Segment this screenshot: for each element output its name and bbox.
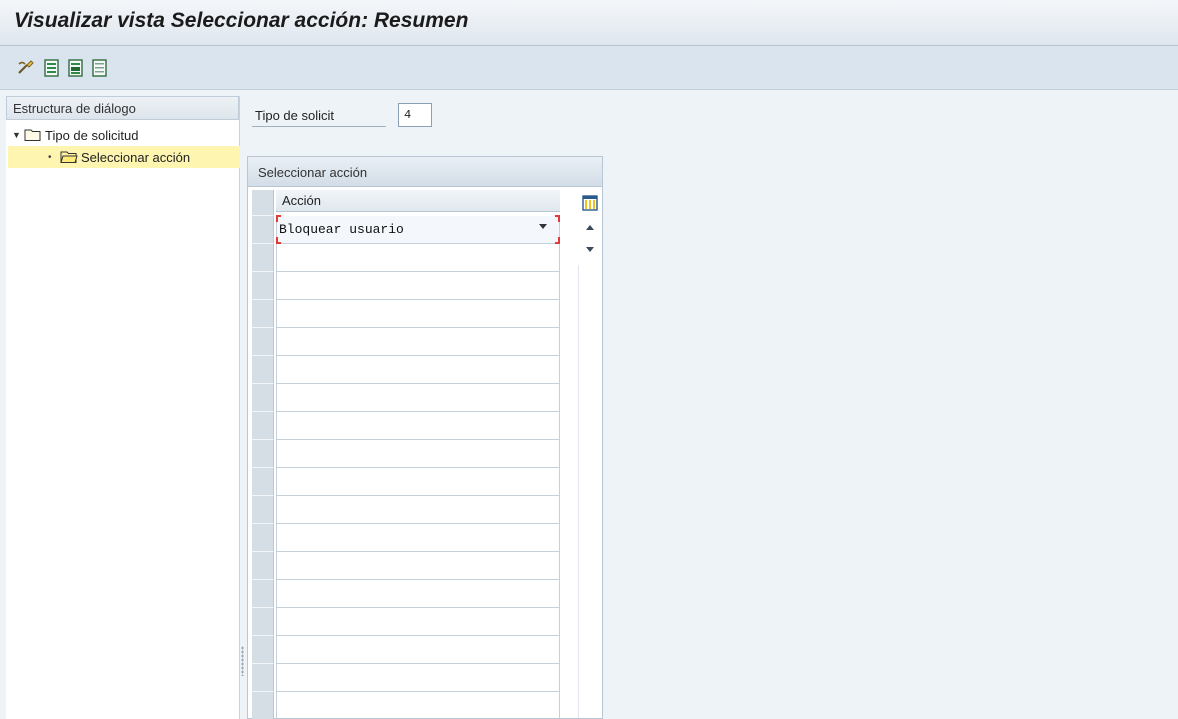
row-selector[interactable] — [252, 300, 274, 328]
table-row[interactable] — [276, 692, 560, 719]
table-row[interactable] — [276, 440, 560, 468]
accion-dropdown-value[interactable]: Bloquear usuario — [279, 222, 404, 237]
required-marker-icon — [276, 237, 281, 244]
table-row[interactable] — [276, 244, 560, 272]
table-row[interactable] — [276, 524, 560, 552]
vertical-scrollbar[interactable] — [578, 217, 600, 718]
dialog-structure-panel: Estructura de diálogo ▼ Tipo de solicitu… — [6, 96, 240, 719]
table-row[interactable] — [276, 356, 560, 384]
table-row[interactable] — [276, 552, 560, 580]
tree-node-label: Tipo de solicitud — [45, 127, 139, 143]
folder-icon — [24, 129, 41, 141]
row-selector[interactable] — [252, 468, 274, 496]
table-row[interactable] — [276, 580, 560, 608]
required-marker-icon — [276, 215, 281, 222]
table-title: Seleccionar acción — [248, 157, 602, 187]
row-selector[interactable] — [252, 412, 274, 440]
dropdown-arrow-icon[interactable] — [539, 224, 547, 229]
table-settings-icon[interactable] — [582, 195, 598, 211]
field-label-underline — [252, 126, 386, 127]
required-marker-icon — [555, 215, 560, 222]
row-selector[interactable] — [252, 356, 274, 384]
tipo-de-solicitud-field[interactable]: 4 — [398, 103, 432, 127]
folder-open-icon — [60, 151, 78, 163]
table-row[interactable] — [276, 300, 560, 328]
table-row[interactable] — [276, 384, 560, 412]
row-selector-column — [252, 190, 274, 719]
table-row[interactable] — [276, 272, 560, 300]
tipo-de-solicitud-label: Tipo de solicit — [255, 108, 334, 123]
row-selector[interactable] — [252, 524, 274, 552]
table-rows: Bloquear usuario — [276, 215, 560, 719]
row-selector[interactable] — [252, 552, 274, 580]
table-row[interactable] — [276, 608, 560, 636]
expand-arrow-icon[interactable]: ▼ — [12, 130, 24, 140]
tree-node-label: Seleccionar acción — [81, 149, 191, 165]
tree-node-seleccionar-accion[interactable]: • Seleccionar acción — [8, 146, 240, 168]
splitter-grip-icon[interactable] — [241, 646, 244, 676]
row-selector[interactable] — [252, 692, 274, 719]
panel-splitter[interactable] — [240, 96, 245, 719]
dialog-structure-header: Estructura de diálogo — [6, 96, 239, 120]
table-row[interactable] — [276, 468, 560, 496]
select-block-icon[interactable] — [66, 58, 86, 78]
tree-node-tipo-de-solicitud[interactable]: ▼ Tipo de solicitud — [12, 124, 138, 146]
scroll-track[interactable] — [578, 265, 600, 718]
select-all-cell[interactable] — [252, 190, 274, 216]
table-row[interactable] — [276, 412, 560, 440]
row-selector[interactable] — [252, 244, 274, 272]
row-selector[interactable] — [252, 272, 274, 300]
row-selector[interactable] — [252, 384, 274, 412]
deselect-all-icon[interactable] — [90, 58, 110, 78]
row-selector[interactable] — [252, 664, 274, 692]
row-selector[interactable] — [252, 636, 274, 664]
row-selector[interactable] — [252, 216, 274, 244]
scroll-down-icon[interactable] — [586, 247, 594, 252]
row-selector[interactable] — [252, 608, 274, 636]
page-title: Visualizar vista Seleccionar acción: Res… — [14, 9, 469, 32]
select-all-icon[interactable] — [42, 58, 62, 78]
table-row[interactable]: Bloquear usuario — [276, 215, 560, 244]
table-row[interactable] — [276, 636, 560, 664]
application-toolbar — [0, 46, 1178, 90]
row-selector[interactable] — [252, 440, 274, 468]
title-bar: Visualizar vista Seleccionar acción: Res… — [0, 0, 1178, 46]
row-selector[interactable] — [252, 496, 274, 524]
row-selector[interactable] — [252, 580, 274, 608]
table-control: Seleccionar acción Acción Bloquear usuar… — [247, 156, 603, 719]
column-header-accion[interactable]: Acción — [276, 190, 560, 212]
table-row[interactable] — [276, 664, 560, 692]
required-marker-icon — [555, 237, 560, 244]
display-change-icon[interactable] — [16, 58, 36, 78]
bullet-icon: • — [48, 151, 52, 163]
scroll-up-icon[interactable] — [586, 225, 594, 230]
table-row[interactable] — [276, 496, 560, 524]
row-selector[interactable] — [252, 328, 274, 356]
table-row[interactable] — [276, 328, 560, 356]
